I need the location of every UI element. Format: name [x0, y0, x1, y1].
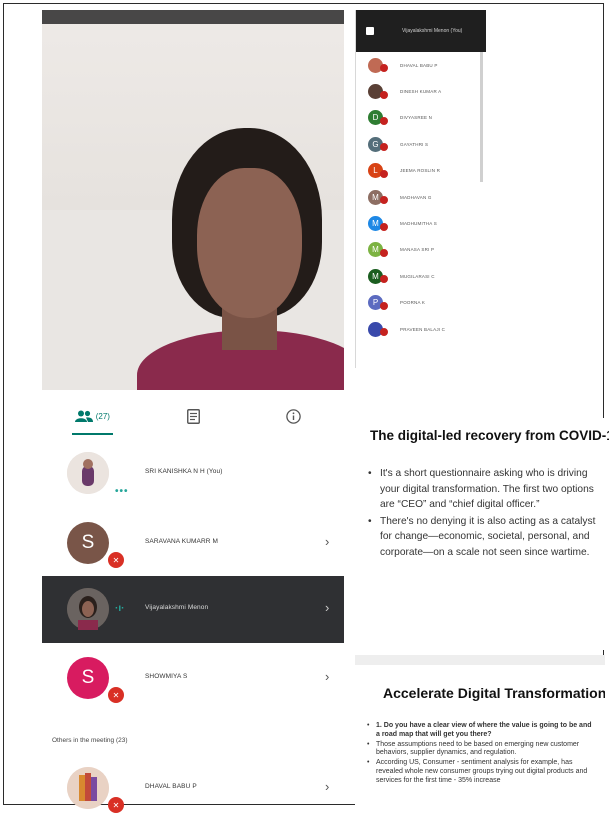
participant-grid-panel: Vijayalakshmi Menon (You) DHAVAL BABU P D… — [355, 10, 486, 368]
photo-avatar — [67, 767, 109, 809]
bullet-item: • There's no denying it is also acting as… — [368, 515, 596, 558]
mic-off-icon — [380, 90, 388, 99]
chevron-right-icon[interactable]: › — [325, 669, 329, 684]
photo-avatar — [67, 588, 109, 630]
speaking-indicator-icon: ·ı· — [115, 603, 125, 614]
grid-participant-row[interactable]: M MUGILARASI C — [356, 263, 486, 289]
grid-participant-row[interactable]: L JEEMA ROSLIN R — [356, 158, 486, 184]
grid-participant-row[interactable]: M MADHUMITHA S — [356, 210, 486, 236]
participant-name: DIVYASREE N — [400, 115, 433, 121]
participant-name: DHAVAL BABU P — [145, 783, 197, 790]
photo-avatar — [67, 452, 109, 494]
participant-name: POORNA K — [400, 300, 426, 306]
chat-icon — [186, 408, 200, 424]
slide-bullets: • 1. Do you have a clear view of where th… — [367, 722, 595, 787]
mic-off-icon: ✕ — [108, 552, 124, 568]
people-icon — [74, 410, 93, 422]
mic-off-icon — [380, 275, 388, 284]
shared-slide-transformation: Accelerate Digital Transformation • 1. Do… — [355, 665, 605, 805]
avatar — [67, 452, 109, 494]
slide-title: Accelerate Digital Transformation — [383, 685, 605, 701]
participant-name: GAYATHRI S — [400, 141, 429, 147]
bullet-item: • It's a short questionnaire asking who i… — [368, 468, 594, 510]
participant-name: MANASA SRI P — [400, 247, 435, 253]
participant-name: MUGILARASI C — [400, 273, 435, 279]
participant-name: Vijayalakshmi Menon — [145, 604, 209, 611]
grid-scrollbar[interactable] — [480, 52, 483, 182]
bullet-item: • 1. Do you have a clear view of where th… — [367, 722, 592, 738]
list-item[interactable]: S ✕ SHOWMIYA S › — [42, 645, 344, 712]
people-count: (27) — [95, 411, 110, 421]
mic-off-icon: ✕ — [108, 797, 124, 813]
more-dots-icon: ••• — [115, 486, 129, 497]
chevron-right-icon[interactable]: › — [325, 600, 329, 615]
mic-off-icon — [380, 116, 388, 125]
mic-off-icon — [380, 64, 388, 73]
phone-status-bar — [42, 10, 344, 24]
participant-name: MADHUMITHA S — [400, 221, 437, 227]
avatar: S — [67, 522, 109, 564]
tab-info[interactable] — [243, 395, 344, 437]
list-item[interactable]: ·ı· Vijayalakshmi Menon › — [42, 576, 344, 643]
main-video-feed[interactable] — [42, 10, 344, 390]
others-section-header: Others in the meeting (23) — [52, 737, 128, 744]
participant-list: ••• SRI KANISHKA N H (You) S ✕ SARAVANA … — [42, 440, 344, 813]
slide-divider — [355, 655, 605, 665]
mic-off-icon — [380, 301, 388, 310]
avatar: S — [67, 657, 109, 699]
grid-participant-row[interactable]: M MADHAVAN G — [356, 184, 486, 210]
camera-icon — [366, 27, 374, 35]
avatar — [67, 588, 109, 630]
mic-off-icon — [380, 248, 388, 257]
participant-name: SRI KANISHKA N H (You) — [145, 468, 223, 475]
grid-participant-row[interactable]: PRAVEEN BALAJI C — [356, 316, 486, 342]
participant-name: SARAVANA KUMARR M — [145, 538, 218, 545]
grid-participant-row[interactable]: DINESH KUMAR A — [356, 78, 486, 104]
participant-name: DHAVAL BABU P — [400, 62, 438, 68]
shared-slide-covid: The digital-led recovery from COVID-19 •… — [355, 418, 609, 650]
list-item[interactable]: S ✕ SARAVANA KUMARR M › — [42, 510, 344, 577]
participant-name: JEEMA ROSLIN R — [400, 168, 441, 174]
grid-participant-row[interactable]: M MANASA SRI P — [356, 237, 486, 263]
grid-participant-row[interactable]: DHAVAL BABU P — [356, 52, 486, 78]
chevron-right-icon[interactable]: › — [325, 534, 329, 549]
mic-off-icon: ✕ — [108, 687, 124, 703]
participant-name: SHOWMIYA S — [145, 673, 188, 680]
bullet-item: • According US, Consumer - sentiment anal… — [367, 759, 588, 784]
participant-name: DINESH KUMAR A — [400, 89, 442, 95]
list-item[interactable]: ✕ DHAVAL BABU P › — [42, 755, 344, 822]
grid-participant-row[interactable]: G GAYATHRI S — [356, 131, 486, 157]
slide-title: The digital-led recovery from COVID-19 — [370, 428, 609, 443]
avatar — [67, 767, 109, 809]
grid-participant-row[interactable]: P POORNA K — [356, 290, 486, 316]
mic-off-icon — [380, 143, 388, 152]
meeting-tabs: (27) — [42, 395, 344, 437]
mic-off-icon — [380, 328, 388, 337]
participant-name: PRAVEEN BALAJI C — [400, 326, 446, 332]
bullet-item: • Those assumptions need to be based on e… — [367, 740, 580, 757]
self-tile[interactable]: Vijayalakshmi Menon (You) — [356, 10, 486, 52]
list-item[interactable]: ••• SRI KANISHKA N H (You) — [42, 440, 344, 507]
self-name: Vijayalakshmi Menon (You) — [402, 28, 463, 34]
speaker-face — [197, 168, 302, 318]
tab-people[interactable]: (27) — [42, 395, 143, 437]
info-icon — [286, 408, 301, 424]
slide-bullets: • It's a short questionnaire asking who i… — [368, 466, 600, 561]
grid-participant-row[interactable]: D DIVYASREE N — [356, 105, 486, 131]
mic-off-icon — [380, 196, 388, 205]
mic-off-icon — [380, 169, 388, 178]
participant-name: MADHAVAN G — [400, 194, 432, 200]
mic-off-icon — [380, 222, 388, 231]
chevron-right-icon[interactable]: › — [325, 779, 329, 794]
tab-chat[interactable] — [143, 395, 244, 437]
